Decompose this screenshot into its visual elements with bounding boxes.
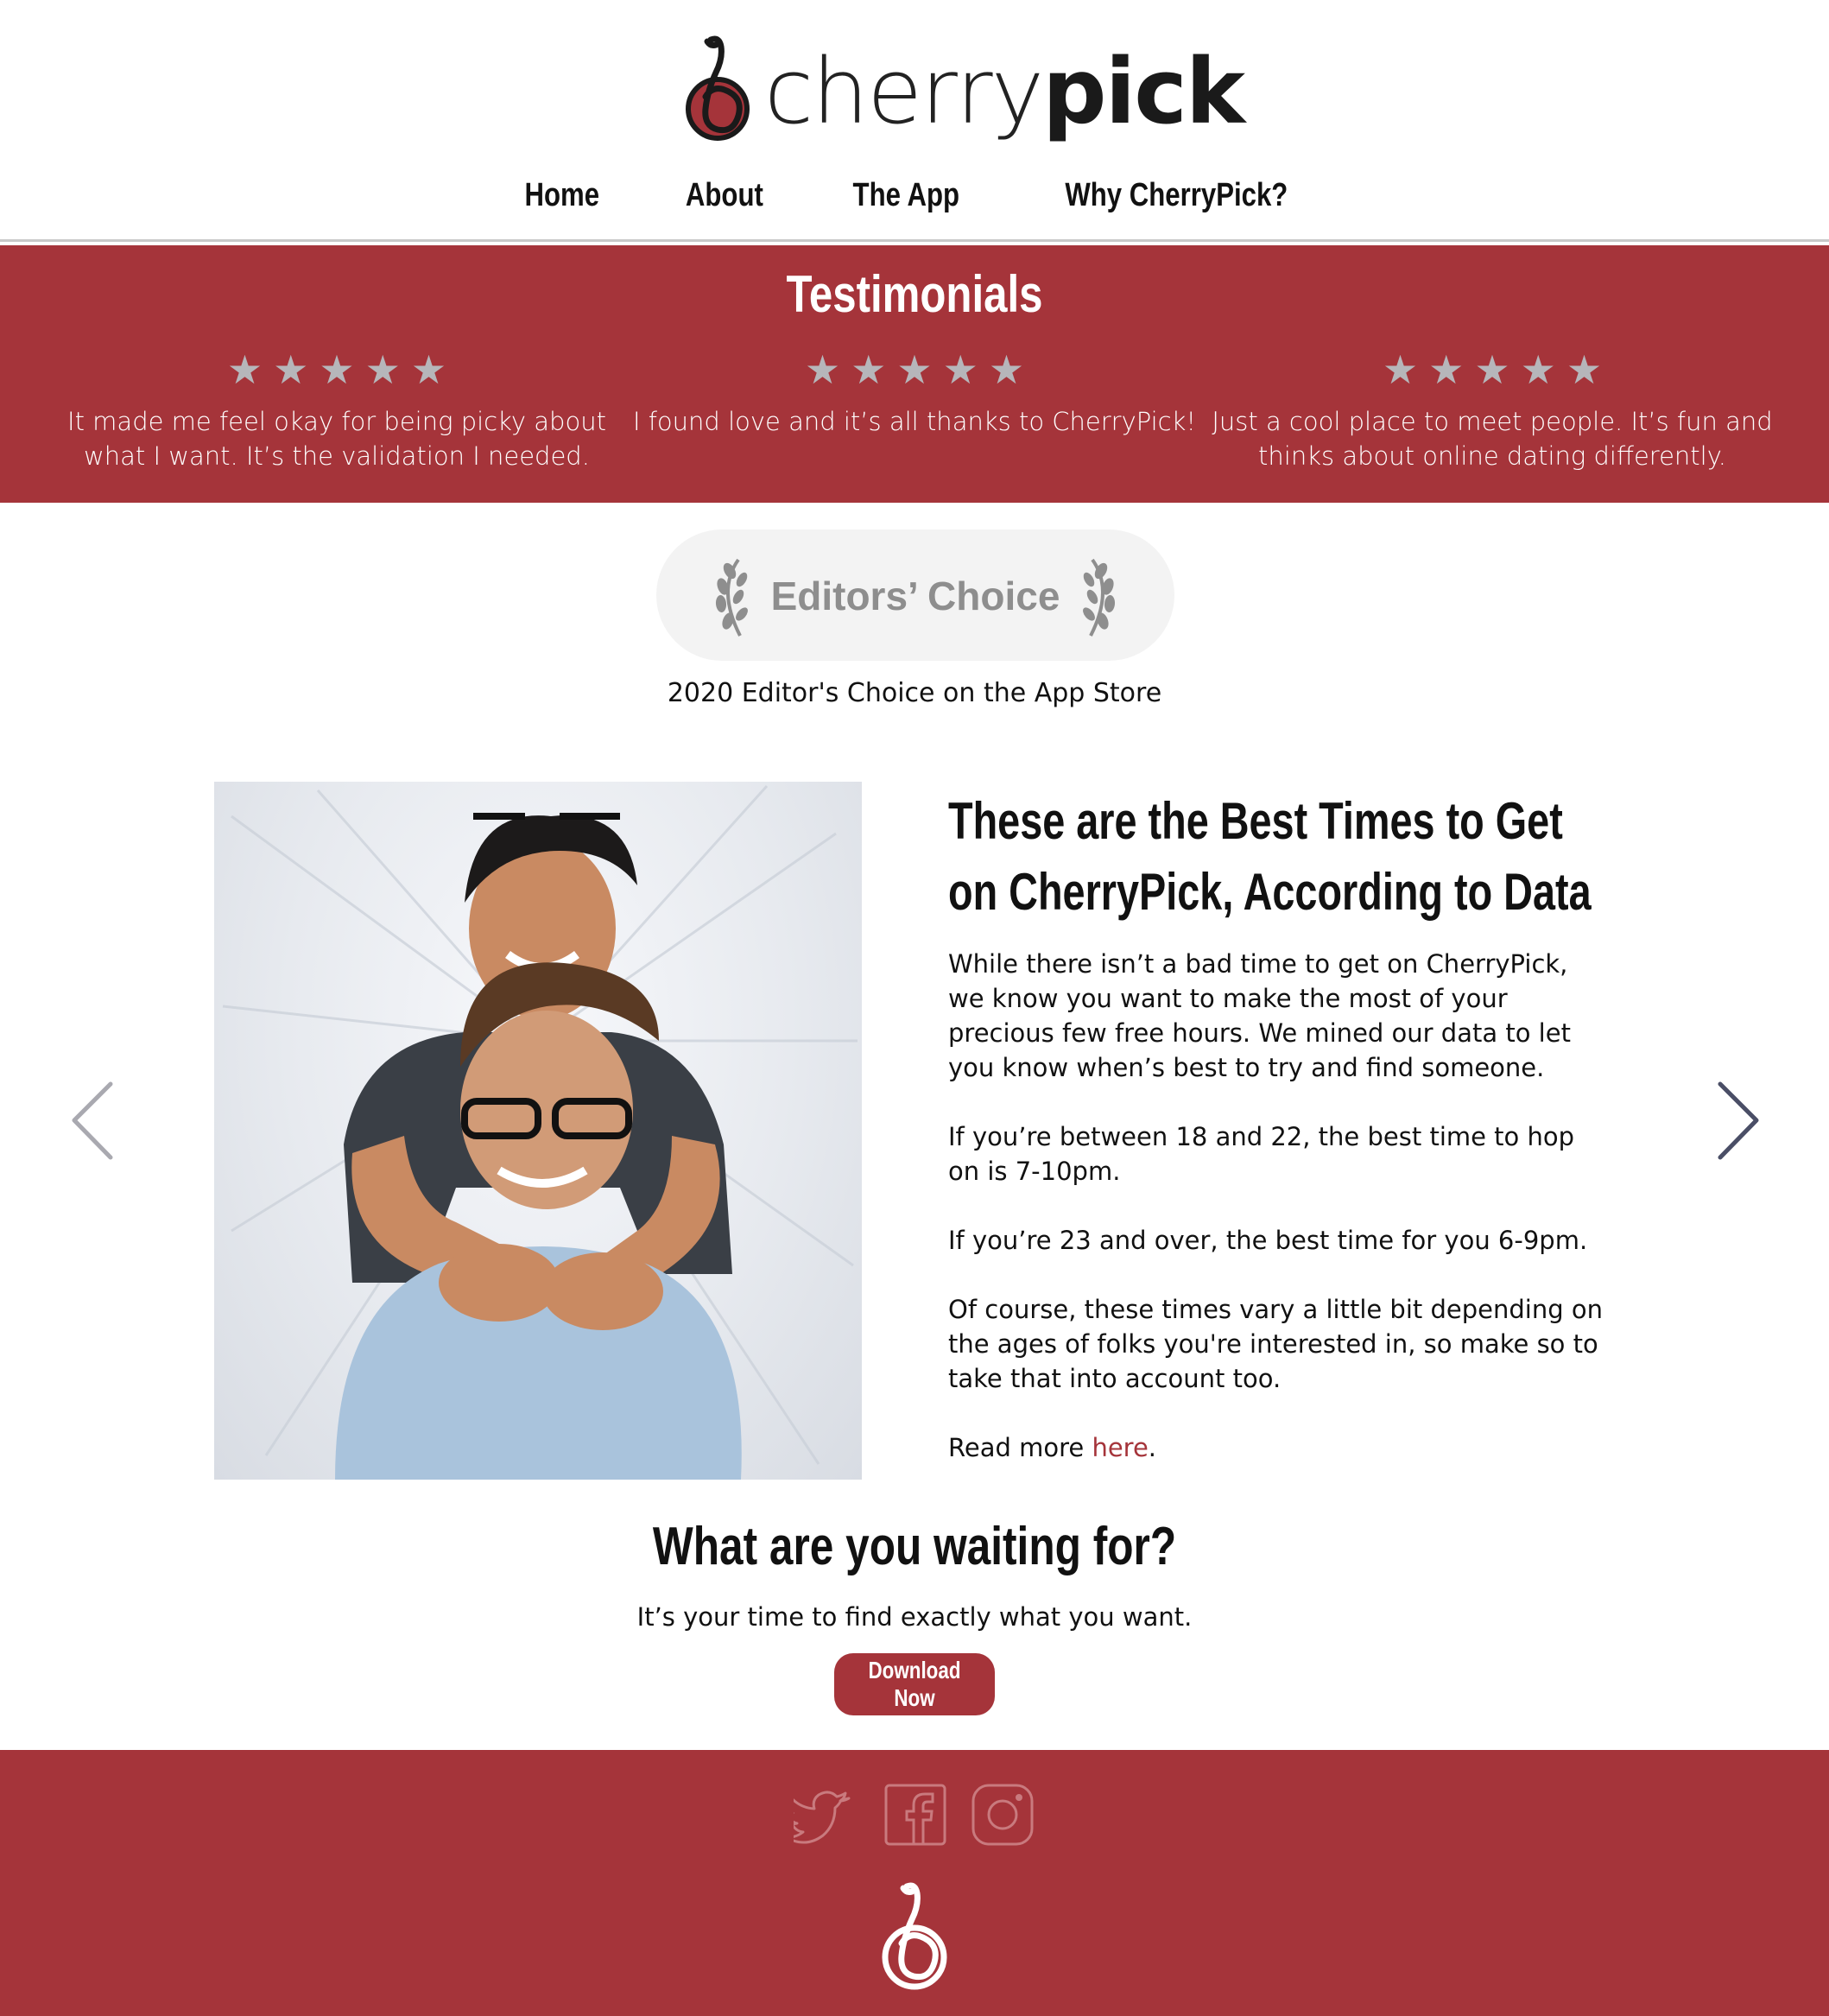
download-now-button[interactable]: Download Now: [834, 1653, 995, 1715]
testimonial-card: ★ ★ ★ ★ ★ It made me feel okay for being pic…: [43, 349, 630, 473]
star-icon: ★: [1428, 347, 1465, 392]
cherry-logo-icon: [686, 35, 750, 141]
star-icon: ★: [410, 347, 447, 392]
star-icon: ★: [1382, 347, 1419, 392]
testimonial-text: Just a cool place to meet people. It’s f…: [1212, 407, 1773, 471]
star-icon: ★: [942, 347, 978, 392]
cta-title: What are you waiting for?: [652, 1517, 1177, 1576]
star-icon: ★: [226, 347, 263, 392]
chevron-left-icon[interactable]: [67, 1080, 119, 1162]
main-nav: Home About The App Why CherryPick?: [0, 177, 1829, 229]
star-icon: ★: [319, 347, 355, 392]
testimonials-title: Testimonials: [786, 265, 1043, 323]
download-now-label: Download Now: [868, 1657, 961, 1711]
photo-illustration: [222, 784, 858, 1480]
brand-wordmark: cherrypick: [764, 43, 1245, 140]
read-more-suffix: .: [1148, 1433, 1157, 1462]
testimonial-card: ★ ★ ★ ★ ★ I found love and it’s all thanks t…: [621, 349, 1208, 439]
site-header: cherrypick Home About The App Why Cherry…: [0, 0, 1829, 246]
read-more-link[interactable]: here: [1092, 1433, 1148, 1462]
star-icon: ★: [1566, 347, 1603, 392]
star-icon: ★: [988, 347, 1025, 392]
laurel-icon: [1083, 558, 1116, 637]
header-divider: [0, 239, 1829, 242]
instagram-icon[interactable]: [971, 1783, 1035, 1847]
testimonials-section: Testimonials ★ ★ ★ ★ ★ It made me feel okay …: [0, 245, 1829, 503]
star-rating: ★ ★ ★ ★ ★: [621, 349, 1208, 390]
star-icon: ★: [851, 347, 887, 392]
brand-name-part2: pick: [1042, 39, 1245, 144]
article-title: These are the Best Times to Get on Cherr…: [948, 792, 1592, 921]
chevron-right-icon[interactable]: [1712, 1080, 1763, 1162]
award-caption: 2020 Editor's Choice on the App Store: [667, 678, 1162, 708]
nav-the-app[interactable]: The App: [853, 177, 959, 214]
article-paragraph: Of course, these times vary a little bit…: [948, 1295, 1603, 1393]
couple-photo: [214, 782, 862, 1480]
nav-home[interactable]: Home: [525, 177, 600, 214]
star-icon: ★: [1520, 347, 1556, 392]
testimonial-text: I found love and it’s all thanks to Cher…: [632, 407, 1197, 436]
star-icon: ★: [1474, 347, 1510, 392]
article-body: While there isn’t a bad time to get on C…: [948, 947, 1604, 1465]
star-icon: ★: [364, 347, 401, 392]
facebook-icon[interactable]: [883, 1783, 947, 1847]
star-icon: ★: [273, 347, 309, 392]
star-icon: ★: [896, 347, 933, 392]
brand-logo[interactable]: cherrypick: [685, 26, 1245, 147]
twitter-icon[interactable]: [794, 1783, 858, 1847]
testimonial-card: ★ ★ ★ ★ ★ Just a cool place to meet people. …: [1199, 349, 1786, 473]
article-slide: These are the Best Times to Get on Cherr…: [948, 786, 1604, 1499]
nav-about[interactable]: About: [686, 177, 763, 214]
article-paragraph: If you’re between 18 and 22, the best ti…: [948, 1122, 1575, 1186]
star-rating: ★ ★ ★ ★ ★: [1199, 349, 1786, 390]
cherry-logo-icon[interactable]: [879, 1880, 950, 1992]
article-paragraph: While there isn’t a bad time to get on C…: [948, 949, 1571, 1082]
nav-why-cherrypick[interactable]: Why CherryPick?: [1066, 177, 1288, 214]
star-icon: ★: [804, 347, 841, 392]
article-paragraph: If you’re 23 and over, the best time for…: [948, 1226, 1588, 1255]
read-more: Read more here.: [948, 1430, 1604, 1465]
editors-choice-badge: Editors’ Choice: [656, 529, 1174, 661]
brand-name-part1: cherry: [764, 39, 1044, 144]
site-footer: [0, 1750, 1829, 2016]
cta-subtitle: It’s your time to find exactly what you …: [636, 1602, 1193, 1632]
testimonial-text: It made me feel okay for being picky abo…: [67, 407, 606, 471]
star-rating: ★ ★ ★ ★ ★: [43, 349, 630, 390]
read-more-prefix: Read more: [948, 1433, 1092, 1462]
